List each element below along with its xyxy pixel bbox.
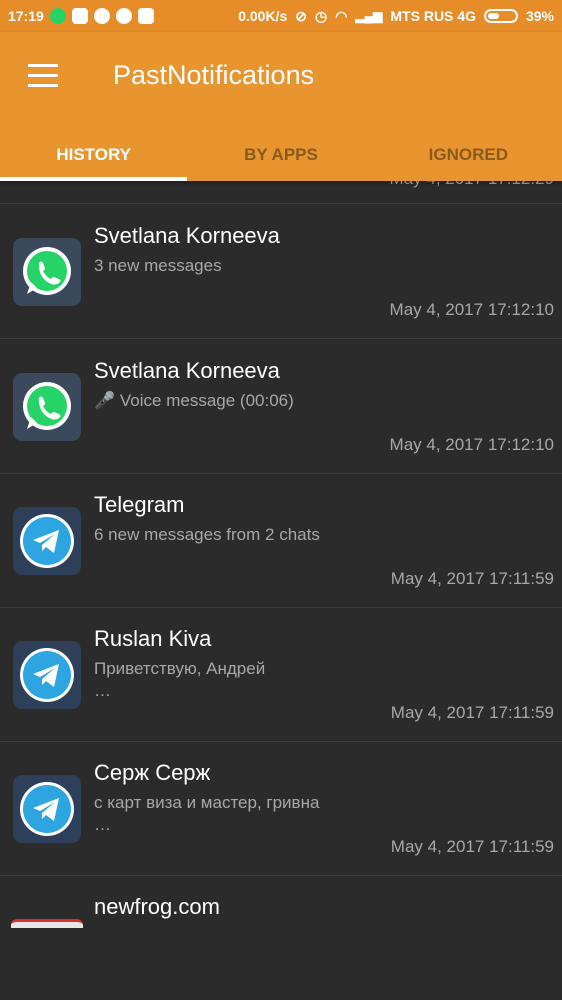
notification-text: 3 new messages [94,256,222,275]
hamburger-menu-icon[interactable] [28,64,60,88]
status-bar: 17:19 0.00K/s ⊘ ◷ ◠ ▂▄▆ MTS RUS 4G 39% [0,0,562,32]
notification-title: Серж Серж [94,760,211,785]
notification-text: Приветствую, Андрей … [94,659,266,700]
list-item-partial[interactable]: May 4, 2017 17:12:29 [0,181,562,204]
alarm-clock-icon: ◷ [314,7,328,24]
list-item[interactable]: Svetlana Korneeva 3 new messages May 4, … [0,204,562,339]
telegram-icon [13,775,81,843]
telegram-notification-icon-2 [115,8,132,24]
telegram-icon [13,507,81,575]
newfrog-icon [11,919,83,928]
alarm-off-icon: ⊘ [295,7,307,24]
whatsapp-icon [13,238,81,306]
list-item[interactable]: Ruslan Kiva Приветствую, Андрей … May 4,… [0,607,562,742]
carrier-name: MTS RUS 4G [390,8,476,24]
notification-time: May 4, 2017 17:12:29 [390,181,554,189]
tab-bar: HISTORY BY APPS IGNORED [0,128,562,181]
status-time: 17:19 [8,8,44,24]
notification-title: Svetlana Korneeva [94,223,280,248]
signal-icon: ▂▄▆ [355,9,383,23]
notification-time: May 4, 2017 17:11:59 [390,569,554,588]
notification-title: newfrog.com [94,894,220,919]
app-title: PastNotifications [113,60,315,90]
notification-title: Svetlana Korneeva [94,358,280,383]
notification-text: 6 new messages from 2 chats [94,525,320,544]
app-notification-icon [137,8,154,24]
whatsapp-icon [13,373,81,441]
notification-text: с карт виза и мастер, гривна … [94,793,320,834]
list-item[interactable]: Серж Серж с карт виза и мастер, гривна …… [0,741,562,876]
list-item[interactable]: Telegram 6 new messages from 2 chats May… [0,473,562,608]
tab-history[interactable]: HISTORY [0,128,188,181]
telegram-notification-icon [93,8,110,24]
whatsapp-notification-icon [49,8,66,24]
notification-text: 🎤 Voice message (00:06) [94,391,294,410]
list-item[interactable]: newfrog.com [0,876,562,936]
notification-list[interactable]: May 4, 2017 17:12:29 Svetlana Korneeva 3… [0,181,562,1000]
network-speed: 0.00K/s [238,8,288,24]
notification-time: May 4, 2017 17:12:10 [389,300,554,319]
wifi-icon: ◠ [335,7,348,24]
tab-by-apps[interactable]: BY APPS [187,128,374,181]
telegram-icon [13,641,81,709]
notification-time: May 4, 2017 17:11:59 [390,837,554,856]
battery-icon [483,9,518,23]
notification-title: Ruslan Kiva [94,626,212,651]
tab-ignored[interactable]: IGNORED [375,128,562,181]
notification-time: May 4, 2017 17:12:10 [389,435,554,454]
notification-time: May 4, 2017 17:11:59 [390,703,554,722]
gmail-notification-icon [71,8,88,24]
list-item[interactable]: Svetlana Korneeva 🎤 Voice message (00:06… [0,339,562,474]
app-bar: PastNotifications HISTORY BY APPS IGNORE… [0,32,562,181]
notification-title: Telegram [94,492,185,517]
battery-level: 39% [525,8,554,24]
